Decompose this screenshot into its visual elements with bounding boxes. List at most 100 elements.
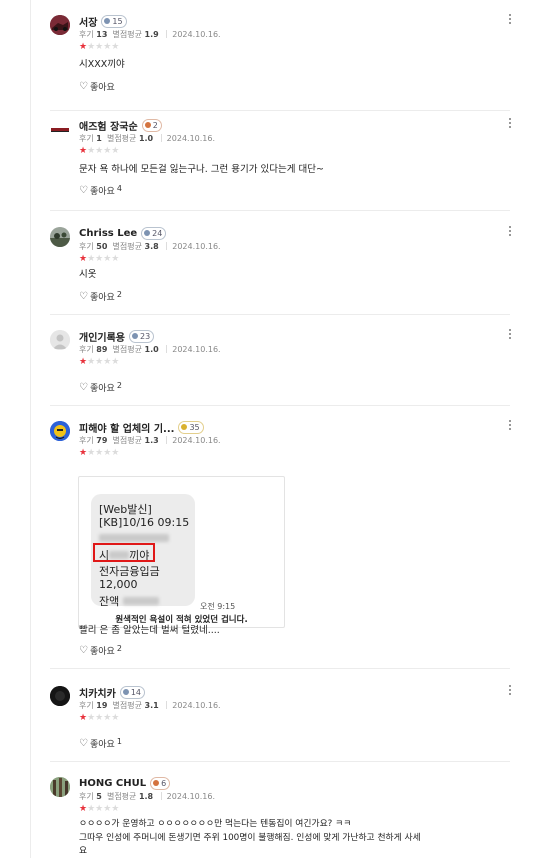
review-item: 개인기록용 23 후기 89 별점평균 1.0 2024.10.16. ★★★★…	[50, 327, 511, 406]
star-icon: ★★★★	[87, 146, 120, 156]
level-badge: 15	[101, 14, 127, 28]
review-photo[interactable]: [Web발신] [KB]10/16 09:15 시 끼야 전자금융입금 12,00…	[78, 476, 285, 628]
reviews-label: 후기	[79, 345, 94, 354]
reviews-label: 후기	[79, 242, 94, 251]
avatar[interactable]	[50, 330, 70, 350]
like-button[interactable]: ♡ 좋아요 2	[79, 644, 122, 657]
avatar[interactable]	[50, 119, 70, 139]
review-item: 서장 15 후기 13 별점평균 1.9 2024.10.16. ★★★★★ 시…	[50, 12, 511, 111]
like-button[interactable]: ♡ 좋아요 2	[79, 290, 122, 303]
reviews-label: 후기	[79, 436, 94, 445]
star-icon: ★	[79, 146, 88, 156]
star-icon: ★	[79, 254, 88, 264]
like-button[interactable]: ♡ 좋아요 4	[79, 184, 122, 197]
level-number: 15	[112, 16, 123, 26]
like-button[interactable]: ♡ 좋아요 2	[79, 381, 122, 394]
like-button[interactable]: ♡ 좋아요 1	[79, 737, 122, 750]
level-dot-icon	[144, 230, 151, 236]
like-button[interactable]: ♡ 좋아요	[79, 80, 117, 93]
review-text: 시옷	[79, 269, 97, 280]
star-rating: ★★★★★	[79, 146, 119, 156]
avg-label: 별점평균	[112, 242, 142, 251]
vertical-dots-icon[interactable]	[505, 118, 515, 130]
review-date: 2024.10.16.	[166, 792, 216, 801]
review-list: 서장 15 후기 13 별점평균 1.9 2024.10.16. ★★★★★ 시…	[0, 0, 538, 858]
review-meta: 후기 50 별점평균 3.8 2024.10.16.	[79, 241, 221, 252]
review-date: 2024.10.16.	[172, 30, 221, 39]
avg-rating: 1.9	[144, 30, 159, 39]
avg-label: 별점평균	[112, 345, 142, 354]
reviewer-name[interactable]: HONG CHUL	[79, 778, 146, 789]
star-rating: ★★★★★	[79, 357, 119, 367]
reviews-count: 79	[96, 436, 108, 445]
reviewer-name[interactable]: 치카치카	[79, 685, 116, 700]
review-text: 빨리 은 좀 알았는데 벌써 털렸네....	[79, 625, 220, 636]
reviewer-name[interactable]: 애즈험 장국순	[79, 118, 138, 133]
vertical-dots-icon[interactable]	[505, 226, 515, 238]
reviews-label: 후기	[79, 30, 94, 39]
level-dot-icon	[122, 689, 129, 695]
level-dot-icon	[181, 424, 188, 430]
reviews-count: 5	[96, 792, 102, 801]
sms-word: 잔액	[99, 595, 120, 608]
reviews-count: 19	[96, 701, 108, 710]
star-icon: ★★★★	[87, 713, 120, 723]
review-date: 2024.10.16.	[172, 242, 221, 251]
avatar[interactable]	[50, 686, 70, 706]
vertical-dots-icon[interactable]	[505, 329, 515, 341]
sms-line: [KB]10/16 09:15	[99, 516, 190, 529]
review-date: 2024.10.16.	[172, 345, 221, 354]
review-meta: 후기 13 별점평균 1.9 2024.10.16.	[79, 29, 221, 40]
sms-line: 전자금융입금	[99, 565, 160, 578]
review-item: 치카치카 14 후기 19 별점평균 3.1 2024.10.16. ★★★★★…	[50, 683, 511, 762]
sms-message-bubble: [Web발신] [KB]10/16 09:15 시 끼야 전자금융입금 12,00…	[91, 494, 195, 608]
avg-rating: 1.3	[144, 436, 159, 445]
like-label: 좋아요	[89, 293, 115, 303]
level-badge: 23	[129, 329, 155, 343]
vertical-dots-icon[interactable]	[505, 685, 515, 697]
review-meta: 후기 5 별점평균 1.8 2024.10.16.	[79, 791, 215, 802]
reviews-count: 50	[96, 242, 108, 251]
like-label: 좋아요	[89, 187, 115, 197]
star-icon: ★	[79, 357, 88, 367]
reviewer-name[interactable]: Chriss Lee	[79, 228, 137, 239]
review-meta: 후기 1 별점평균 1.0 2024.10.16.	[79, 133, 215, 144]
level-dot-icon	[144, 122, 151, 128]
avg-rating: 3.8	[144, 242, 159, 251]
sms-time: 오전 9:15	[200, 602, 236, 611]
level-badge: 24	[141, 226, 167, 240]
reviewer-name[interactable]: 피해야 할 업체의 기...	[79, 420, 174, 435]
avatar[interactable]	[50, 15, 70, 35]
review-meta: 후기 19 별점평균 3.1 2024.10.16.	[79, 700, 221, 711]
reviews-label: 후기	[79, 701, 94, 710]
vertical-dots-icon[interactable]	[505, 420, 515, 432]
like-count: 4	[116, 184, 122, 193]
star-icon: ★	[79, 804, 88, 814]
level-number: 23	[140, 331, 151, 341]
avatar[interactable]	[50, 777, 70, 797]
avg-label: 별점평균	[106, 792, 137, 801]
reviewer-name[interactable]: 개인기록용	[79, 329, 125, 344]
review-date: 2024.10.16.	[172, 436, 221, 445]
star-rating: ★★★★★	[79, 713, 119, 723]
vertical-dots-icon[interactable]	[505, 14, 515, 26]
like-label: 좋아요	[89, 384, 115, 394]
star-icon: ★★★★	[87, 42, 120, 52]
avg-rating: 1.0	[138, 134, 154, 143]
reviews-label: 후기	[79, 792, 94, 801]
level-number: 2	[152, 120, 158, 130]
heart-outline-icon: ♡	[79, 185, 88, 196]
avg-label: 별점평균	[112, 701, 142, 710]
like-count: 2	[116, 381, 122, 390]
reviewer-name[interactable]: 서장	[79, 14, 97, 29]
star-rating: ★★★★★	[79, 42, 119, 52]
avatar[interactable]	[50, 227, 70, 247]
avg-label: 별점평균	[106, 134, 137, 143]
avg-rating: 1.8	[138, 792, 154, 801]
star-icon: ★★★★	[87, 804, 120, 814]
avatar[interactable]	[50, 421, 70, 441]
level-number: 35	[189, 422, 200, 432]
level-number: 14	[130, 687, 141, 697]
like-count: 2	[116, 290, 122, 299]
sms-line: 12,000	[99, 578, 138, 591]
